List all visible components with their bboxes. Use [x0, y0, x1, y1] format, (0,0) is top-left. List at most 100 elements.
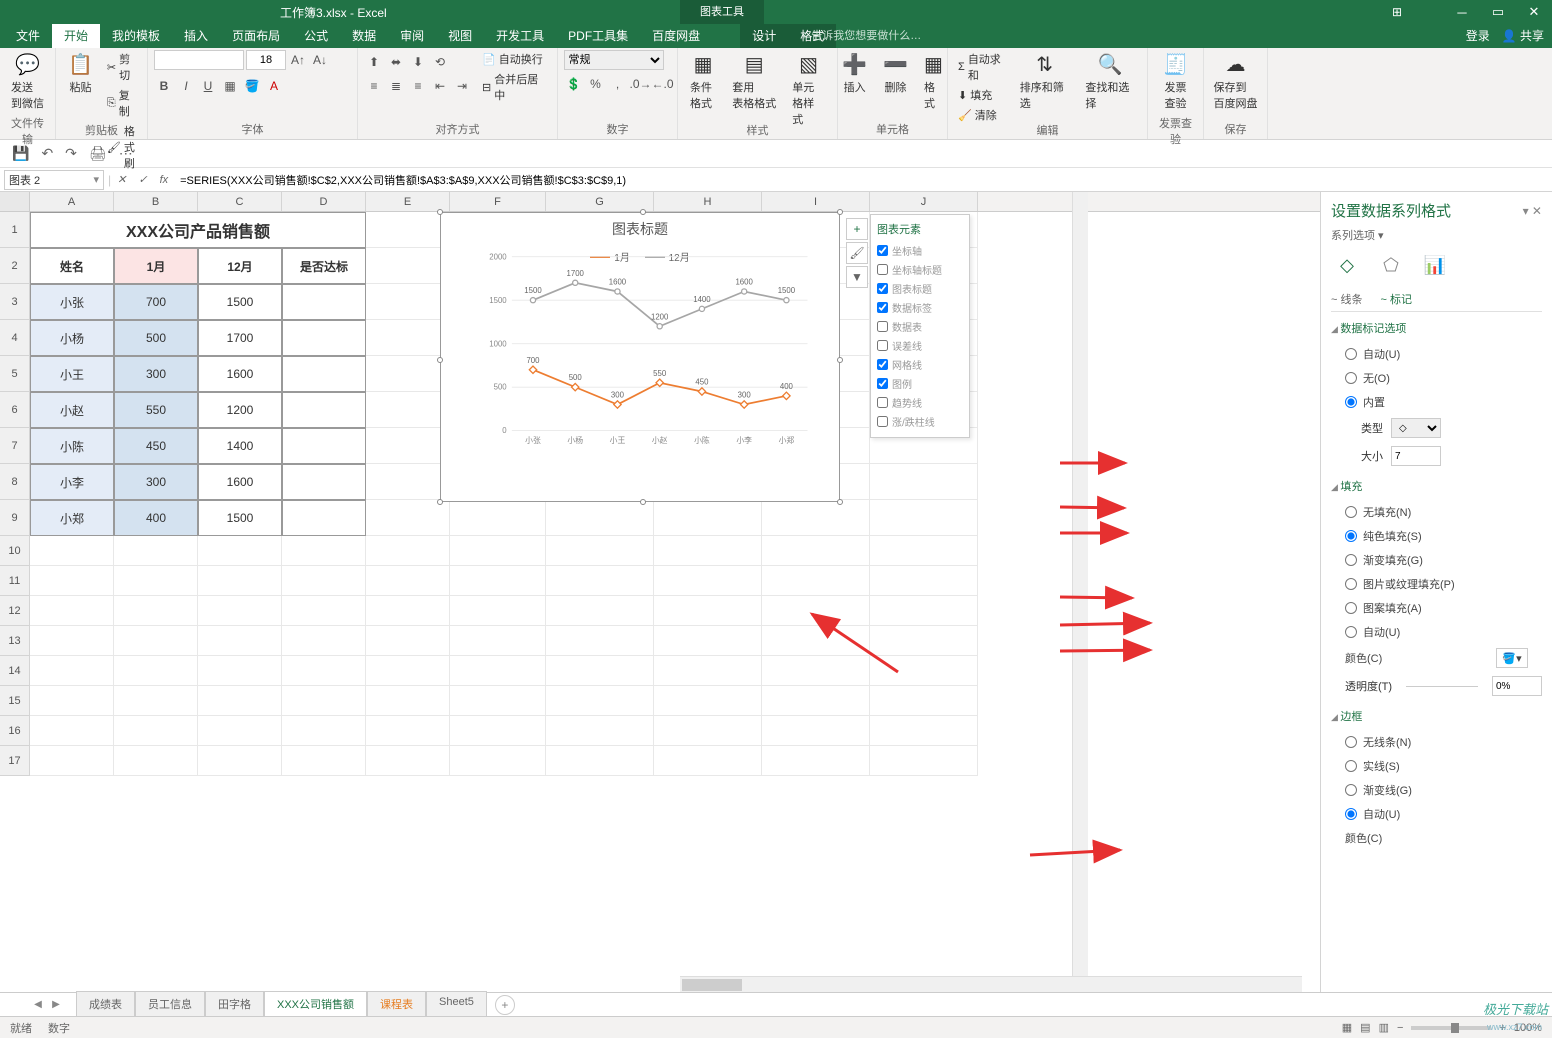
cell[interactable]	[546, 566, 654, 596]
ribbon-tab-百度网盘[interactable]: 百度网盘	[640, 24, 712, 48]
cell[interactable]	[198, 656, 282, 686]
invoice-check-button[interactable]: 🧾发票 查验	[1157, 50, 1194, 113]
sort-filter-button[interactable]: ⇅排序和筛选	[1014, 50, 1076, 113]
clear-button[interactable]: 🧹 清除	[954, 106, 1010, 124]
merge-center-button[interactable]: ⊟ 合并后居中	[478, 70, 551, 104]
cell[interactable]	[654, 566, 762, 596]
chart-element-网格线[interactable]: 网格线	[877, 355, 963, 374]
align-right-button[interactable]: ≡	[408, 76, 428, 96]
cell[interactable]	[546, 500, 654, 536]
row-header-15[interactable]: 15	[0, 686, 30, 716]
cell[interactable]	[450, 746, 546, 776]
cell[interactable]	[654, 746, 762, 776]
cancel-formula-button[interactable]: ✕	[111, 173, 132, 186]
chart-filters-button[interactable]: ▼	[846, 266, 868, 288]
border-button[interactable]: ▦	[220, 76, 240, 96]
sheet-tab-成绩表[interactable]: 成绩表	[76, 991, 135, 1018]
cell[interactable]	[30, 716, 114, 746]
percent-button[interactable]: %	[586, 74, 606, 94]
chart-element-涨/跌柱线[interactable]: 涨/跌柱线	[877, 412, 963, 431]
cell[interactable]: 1700	[198, 320, 282, 356]
cell[interactable]	[198, 566, 282, 596]
cell[interactable]: 550	[114, 392, 198, 428]
cell[interactable]: 12月	[198, 248, 282, 284]
marker-builtin-radio[interactable]: 内置	[1331, 390, 1542, 414]
ribbon-tab-开发工具[interactable]: 开发工具	[484, 24, 556, 48]
cell[interactable]	[870, 626, 978, 656]
vertical-scrollbar[interactable]	[1072, 192, 1088, 1012]
col-header-A[interactable]: A	[30, 192, 114, 211]
qat-customize-button[interactable]: ⋯	[119, 145, 133, 162]
cell[interactable]	[546, 626, 654, 656]
cell[interactable]	[30, 536, 114, 566]
cell[interactable]	[282, 392, 366, 428]
col-header-E[interactable]: E	[366, 192, 450, 211]
cell[interactable]	[366, 320, 450, 356]
border-none-radio[interactable]: 无线条(N)	[1331, 730, 1542, 754]
cell[interactable]	[282, 656, 366, 686]
sheet-tab-Sheet5[interactable]: Sheet5	[426, 991, 487, 1018]
series-options-dropdown[interactable]: 系列选项 ▾	[1331, 227, 1542, 243]
tell-me-input[interactable]: ♀ 告诉我您想要做什么…	[800, 24, 921, 48]
cell[interactable]	[366, 392, 450, 428]
cell[interactable]	[870, 500, 978, 536]
cell[interactable]	[546, 716, 654, 746]
formula-input[interactable]	[174, 170, 1552, 190]
cell[interactable]	[762, 626, 870, 656]
cell[interactable]	[870, 566, 978, 596]
dec-decimal-button[interactable]: ←.0	[652, 74, 672, 94]
sheet-tab-课程表[interactable]: 课程表	[367, 991, 426, 1018]
cell[interactable]	[198, 746, 282, 776]
cell[interactable]	[366, 212, 450, 248]
view-page-layout-button[interactable]: ▤	[1360, 1021, 1370, 1034]
cell[interactable]	[282, 284, 366, 320]
cell[interactable]: 300	[114, 464, 198, 500]
ribbon-tab-PDF工具集[interactable]: PDF工具集	[556, 24, 640, 48]
cell[interactable]	[30, 656, 114, 686]
cell[interactable]	[546, 536, 654, 566]
row-header-7[interactable]: 7	[0, 428, 30, 464]
cell[interactable]	[282, 596, 366, 626]
cell[interactable]	[366, 428, 450, 464]
ribbon-tab-审阅[interactable]: 审阅	[388, 24, 436, 48]
ribbon-tab-数据[interactable]: 数据	[340, 24, 388, 48]
cell[interactable]	[654, 716, 762, 746]
col-header-H[interactable]: H	[654, 192, 762, 211]
transparency-input[interactable]	[1492, 676, 1542, 696]
cell[interactable]	[114, 626, 198, 656]
zoom-slider[interactable]	[1411, 1026, 1491, 1030]
save-button[interactable]: 💾	[12, 145, 29, 162]
chart-element-坐标轴标题[interactable]: 坐标轴标题	[877, 260, 963, 279]
series-options-icon[interactable]: 📊	[1423, 253, 1447, 277]
cell[interactable]	[870, 656, 978, 686]
cell[interactable]	[198, 686, 282, 716]
row-header-8[interactable]: 8	[0, 464, 30, 500]
chart-plot-area[interactable]: 0500100015002000小张小杨小王小赵小陈小李小郑7005003005…	[481, 248, 821, 448]
print-button[interactable]: 🖨	[89, 145, 107, 162]
cell[interactable]	[654, 656, 762, 686]
row-header-10[interactable]: 10	[0, 536, 30, 566]
increase-font-button[interactable]: A↑	[288, 50, 308, 70]
cell[interactable]	[366, 248, 450, 284]
cell[interactable]	[30, 596, 114, 626]
row-header-3[interactable]: 3	[0, 284, 30, 320]
cell[interactable]	[366, 536, 450, 566]
cell[interactable]: 1500	[198, 284, 282, 320]
cell[interactable]	[282, 356, 366, 392]
copy-button[interactable]: ⎘复制	[103, 86, 141, 120]
chart-element-坐标轴[interactable]: 坐标轴	[877, 241, 963, 260]
cell[interactable]	[114, 746, 198, 776]
font-family-select[interactable]	[154, 50, 244, 70]
align-bottom-button[interactable]: ⬇	[408, 52, 428, 72]
cell[interactable]	[114, 686, 198, 716]
cell[interactable]	[114, 536, 198, 566]
cell[interactable]	[450, 596, 546, 626]
fill-pattern-radio[interactable]: 图案填充(A)	[1331, 596, 1542, 620]
cell[interactable]	[366, 656, 450, 686]
cell[interactable]: 1500	[198, 500, 282, 536]
col-header-B[interactable]: B	[114, 192, 198, 211]
cell[interactable]	[450, 566, 546, 596]
chart-element-误差线[interactable]: 误差线	[877, 336, 963, 355]
cell[interactable]	[870, 686, 978, 716]
cell[interactable]	[282, 320, 366, 356]
